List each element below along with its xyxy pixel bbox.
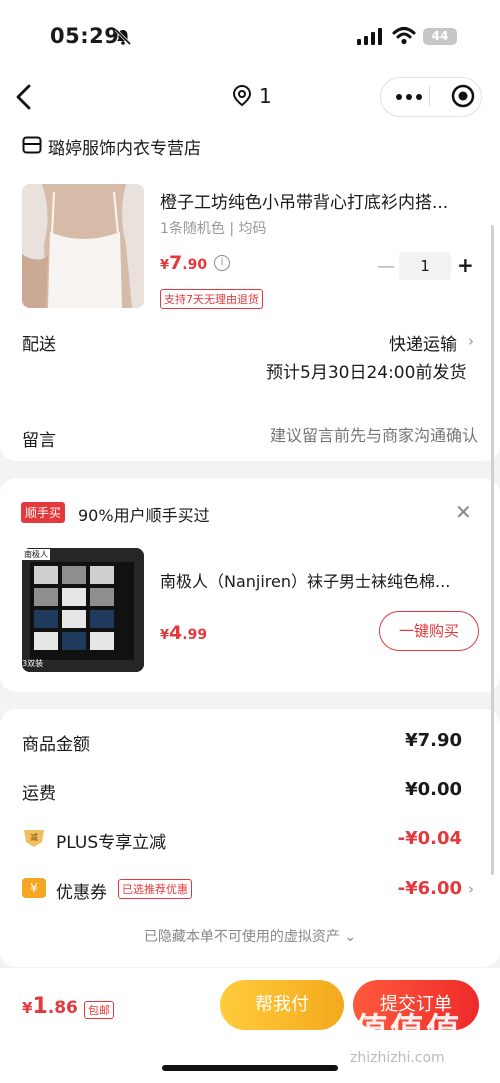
chevron-right-icon[interactable]: ›	[468, 880, 474, 898]
watermark-url: zhizhizhi.com	[350, 1050, 445, 1066]
recommended-product-name[interactable]: 南极人（Nanjiren）袜子男士袜纯色棉...	[160, 568, 478, 592]
shipping-eta: 预计5月30日24:00前发货	[266, 363, 467, 383]
coupon-recommended-badge: 已选推荐优惠	[118, 879, 192, 899]
status-time: 05:29	[50, 24, 120, 48]
shipping-fee-value: ¥0.00	[405, 779, 462, 800]
recommendation-title: 90%用户顺手买过	[78, 506, 210, 525]
total-currency: ¥	[22, 999, 33, 1017]
price-info-icon[interactable]: i	[214, 255, 230, 271]
svg-text:减: 减	[30, 832, 38, 842]
quantity-decrease-button[interactable]: —	[377, 256, 395, 277]
product-price: ¥7.90	[160, 252, 207, 274]
plus-membership-icon: 减	[24, 830, 44, 847]
location-count[interactable]: 1	[259, 84, 272, 108]
home-indicator[interactable]	[162, 1065, 338, 1071]
location-pin-icon[interactable]	[232, 84, 252, 108]
product-spec: 1条随机色 | 均码	[160, 221, 267, 237]
price-decimal: .90	[182, 257, 208, 273]
message-input[interactable]	[242, 426, 478, 445]
wifi-icon	[392, 27, 416, 45]
message-label: 留言	[22, 431, 56, 451]
rec-price-decimal: .99	[182, 627, 208, 643]
plus-discount-label: PLUS专享立减	[56, 833, 167, 853]
coupon-label[interactable]: 优惠券	[56, 878, 107, 903]
shipping-fee-label: 运费	[22, 784, 56, 804]
battery-indicator: 44	[423, 28, 457, 45]
free-shipping-badge: 包邮	[84, 1001, 114, 1019]
more-dots-icon[interactable]	[396, 94, 422, 100]
back-arrow-icon[interactable]	[12, 82, 36, 112]
coupon-icon: ¥	[22, 878, 46, 898]
price-integer: 7	[169, 252, 183, 274]
shop-name[interactable]: 璐婷服饰内衣专营店	[48, 134, 201, 159]
subtotal-label: 商品金额	[22, 735, 90, 755]
quantity-field[interactable]: 1	[399, 252, 451, 280]
close-miniprogram-icon[interactable]	[451, 84, 475, 108]
recommendation-tag: 顺手买	[21, 502, 66, 523]
hidden-assets-toggle[interactable]: 已隐藏本单不可使用的虚拟资产 ⌄	[0, 926, 500, 946]
chevron-right-icon[interactable]: ›	[468, 332, 474, 350]
return-policy-badge: 支持7天无理由退货	[160, 289, 263, 309]
chevron-down-icon: ⌄	[344, 929, 357, 945]
recommended-product-price: ¥4.99	[160, 622, 207, 644]
subtotal-value: ¥7.90	[405, 730, 462, 751]
total-decimal: .86	[47, 998, 78, 1018]
coupon-value[interactable]: -¥6.00	[398, 878, 462, 899]
shipping-label: 配送	[22, 335, 56, 355]
quantity-increase-button[interactable]: +	[457, 253, 474, 277]
plus-discount-value: -¥0.04	[397, 828, 462, 849]
recommended-image-brand: 南极人	[22, 549, 50, 560]
shop-icon	[22, 136, 42, 154]
help-me-pay-button[interactable]: 帮我付	[220, 980, 344, 1030]
rec-price-integer: 4	[169, 622, 183, 644]
price-currency: ¥	[160, 258, 170, 273]
one-click-buy-button[interactable]: 一键购买	[379, 611, 479, 651]
cellular-signal-icon	[357, 28, 382, 45]
recommended-product-image[interactable]	[22, 548, 144, 672]
bell-muted-icon	[114, 28, 132, 46]
order-total: ¥1.86	[22, 994, 78, 1019]
capsule-divider	[429, 86, 430, 106]
product-title[interactable]: 橙子工坊纯色小吊带背心打底衫内搭...	[160, 188, 478, 213]
watermark-logo: 值值值	[354, 1011, 462, 1051]
total-integer: 1	[32, 994, 48, 1019]
scrollbar[interactable]	[491, 225, 494, 875]
hidden-assets-text: 已隐藏本单不可使用的虚拟资产	[143, 929, 340, 945]
rec-price-currency: ¥	[160, 628, 170, 643]
shipping-method[interactable]: 快递运输	[389, 330, 457, 355]
product-image[interactable]	[22, 184, 144, 308]
close-icon[interactable]: ✕	[455, 500, 472, 524]
recommended-image-caption: 3双装	[22, 659, 44, 668]
